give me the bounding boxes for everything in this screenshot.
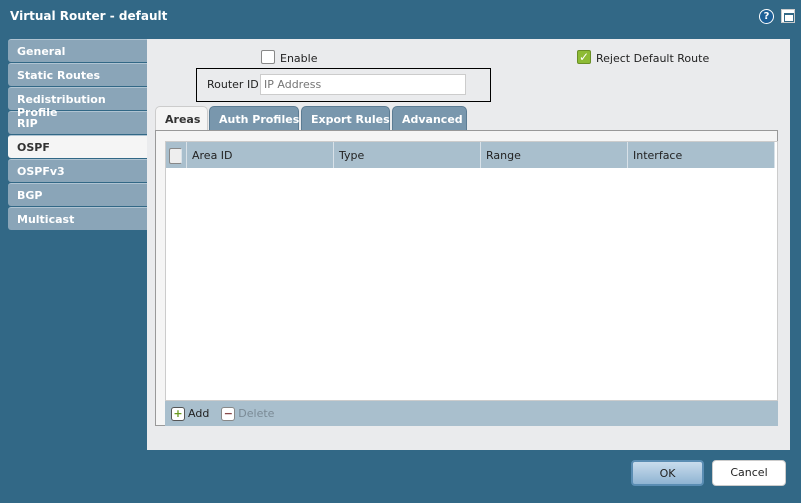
delete-button[interactable]: − Delete — [221, 406, 275, 421]
column-range[interactable]: Range — [481, 142, 628, 168]
column-interface[interactable]: Interface — [628, 142, 775, 168]
reject-default-route-checkbox[interactable]: ✓ — [577, 50, 591, 64]
areas-table: Area ID Type Range Interface — [165, 141, 778, 401]
column-type[interactable]: Type — [334, 142, 481, 168]
dialog-title: Virtual Router - default — [10, 9, 168, 23]
add-button[interactable]: + Add — [171, 406, 210, 421]
sidebar-item-multicast[interactable]: Multicast — [8, 207, 147, 230]
ospf-panel: Enable ✓ Reject Default Route Router ID … — [147, 39, 790, 450]
sidebar-item-bgp[interactable]: BGP — [8, 183, 147, 206]
router-id-label: Router ID — [207, 78, 259, 91]
column-area-id[interactable]: Area ID — [187, 142, 334, 168]
sidebar-item-redistribution-profile[interactable]: Redistribution Profile — [8, 87, 147, 119]
tab-areas[interactable]: Areas — [155, 106, 208, 131]
sidebar-item-static-routes[interactable]: Static Routes — [8, 63, 147, 86]
select-all-checkbox[interactable] — [169, 148, 182, 164]
plus-icon: + — [171, 406, 185, 421]
add-label: Add — [188, 407, 210, 420]
sidebar-item-ospfv3[interactable]: OSPFv3 — [8, 159, 147, 182]
router-id-group: Router ID — [196, 68, 491, 102]
enable-checkbox[interactable] — [261, 50, 275, 64]
cancel-button[interactable]: Cancel — [712, 460, 786, 486]
enable-label: Enable — [280, 52, 318, 65]
areas-tab-panel: Area ID Type Range Interface + Add − Delet… — [155, 130, 778, 426]
reject-default-route-label: Reject Default Route — [596, 52, 710, 65]
sidebar: General Static Routes Redistribution Pro… — [8, 39, 147, 231]
tab-auth-profiles[interactable]: Auth Profiles — [209, 106, 299, 131]
sidebar-item-general[interactable]: General — [8, 39, 147, 62]
sidebar-item-ospf[interactable]: OSPF — [8, 135, 147, 158]
tab-advanced[interactable]: Advanced — [392, 106, 467, 131]
minus-icon: − — [221, 406, 236, 421]
ok-button[interactable]: OK — [631, 460, 704, 486]
delete-label: Delete — [238, 407, 275, 420]
table-header: Area ID Type Range Interface — [166, 142, 775, 168]
tab-export-rules[interactable]: Export Rules — [301, 106, 390, 131]
table-toolbar: + Add − Delete — [165, 401, 778, 426]
maximize-icon[interactable] — [781, 9, 795, 23]
help-icon[interactable]: ? — [759, 9, 774, 24]
router-id-input[interactable] — [260, 74, 466, 95]
